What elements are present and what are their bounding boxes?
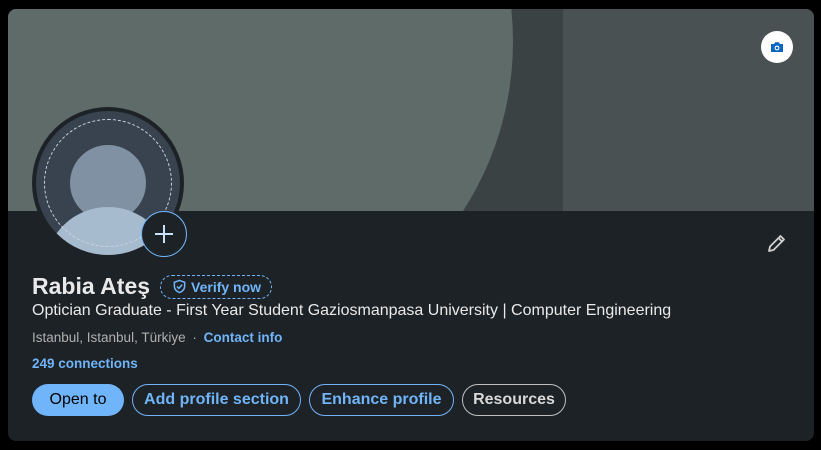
profile-location: Istanbul, Istanbul, Türkiye bbox=[32, 330, 186, 345]
add-profile-section-button[interactable]: Add profile section bbox=[132, 384, 301, 416]
verify-now-label: Verify now bbox=[191, 278, 262, 295]
location-separator: · bbox=[192, 330, 197, 345]
profile-actions: Open to Add profile section Enhance prof… bbox=[32, 384, 574, 416]
profile-name: Rabia Ateş bbox=[32, 273, 151, 299]
add-photo-button[interactable] bbox=[141, 211, 187, 257]
contact-info-link[interactable]: Contact info bbox=[204, 330, 283, 345]
location-row: Istanbul, Istanbul, Türkiye · Contact in… bbox=[32, 330, 282, 345]
resources-button[interactable]: Resources bbox=[462, 384, 566, 416]
connections-link[interactable]: 249 connections bbox=[32, 356, 138, 371]
profile-card: Rabia Ateş Verify now Optician Graduate … bbox=[8, 9, 814, 441]
shield-check-icon bbox=[173, 279, 186, 294]
profile-headline: Optician Graduate - First Year Student G… bbox=[32, 302, 672, 319]
edit-banner-button[interactable] bbox=[761, 31, 793, 63]
pencil-icon bbox=[768, 235, 785, 252]
verify-now-button[interactable]: Verify now bbox=[160, 274, 273, 299]
camera-icon bbox=[771, 42, 783, 52]
edit-intro-button[interactable] bbox=[763, 231, 789, 257]
name-row: Rabia Ateş Verify now bbox=[32, 273, 273, 300]
plus-icon bbox=[155, 225, 173, 243]
enhance-profile-button[interactable]: Enhance profile bbox=[309, 384, 454, 416]
open-to-button[interactable]: Open to bbox=[32, 384, 124, 416]
